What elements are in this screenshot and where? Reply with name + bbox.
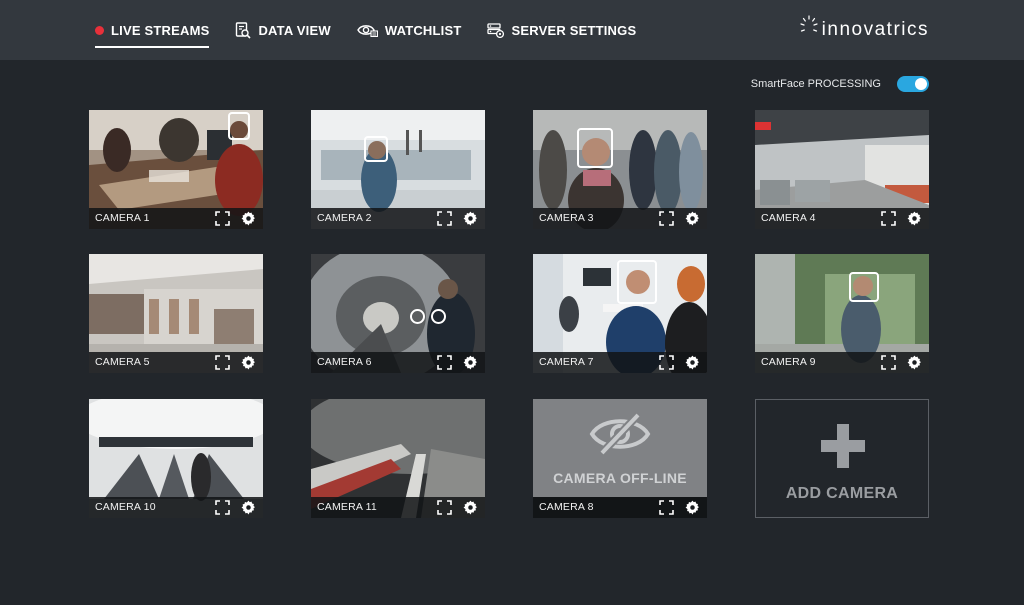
nav-data-view-label: DATA VIEW [258,22,331,38]
fullscreen-icon[interactable] [215,211,230,226]
camera-tile[interactable]: CAMERA 1 [89,110,263,229]
plus-icon [821,424,865,468]
gear-icon[interactable] [241,355,256,370]
camera-label: CAMERA 4 [761,212,816,224]
camera-label: CAMERA 2 [317,212,372,224]
camera-tile-bar: CAMERA 2 [311,208,485,229]
nav-watchlist[interactable]: WATCHLIST [357,0,462,60]
camera-label: CAMERA 5 [95,356,150,368]
server-gear-icon [487,22,505,38]
processing-control: SmartFace PROCESSING [751,76,929,92]
fullscreen-icon[interactable] [659,355,674,370]
camera-tile-bar: CAMERA 7 [533,352,707,373]
gear-icon[interactable] [907,355,922,370]
add-camera-label: ADD CAMERA [785,485,899,502]
camera-label: CAMERA 9 [761,356,816,368]
gear-icon[interactable] [241,500,256,515]
nav-server-settings[interactable]: SERVER SETTINGS [487,0,636,60]
main-nav: LIVE STREAMS DATA VIEW WATCHLIST SERVER … [95,0,662,60]
fullscreen-icon[interactable] [659,211,674,226]
face-detection-box [410,309,425,324]
eye-list-icon [357,23,378,37]
fullscreen-icon[interactable] [881,211,896,226]
face-detection-box [228,112,250,140]
camera-tile-bar: CAMERA 10 [89,497,263,518]
camera-label: CAMERA 8 [539,501,594,513]
fullscreen-icon[interactable] [659,500,674,515]
live-dot-icon [95,25,104,35]
fullscreen-icon[interactable] [437,211,452,226]
fullscreen-icon[interactable] [215,355,230,370]
fullscreen-icon[interactable] [437,500,452,515]
camera-tile-offline[interactable]: CAMERA OFF-LINE CAMERA 8 [533,399,707,518]
nav-watchlist-label: WATCHLIST [384,22,462,38]
camera-tile[interactable]: CAMERA 10 [89,399,263,518]
gear-icon[interactable] [685,500,700,515]
camera-tile[interactable]: CAMERA 4 [755,110,929,229]
gear-icon[interactable] [241,211,256,226]
gear-icon[interactable] [463,211,478,226]
brand-name: innovatrics [821,19,929,40]
nav-server-settings-label: SERVER SETTINGS [511,22,637,38]
camera-tile[interactable]: CAMERA 3 [533,110,707,229]
gear-icon[interactable] [685,211,700,226]
camera-tile-bar: CAMERA 1 [89,208,263,229]
fullscreen-icon[interactable] [215,500,230,515]
camera-tile[interactable]: CAMERA 11 [311,399,485,518]
camera-tile-bar: CAMERA 8 [533,497,707,518]
camera-tile-bar: CAMERA 6 [311,352,485,373]
offline-placeholder: CAMERA OFF-LINE [533,399,707,497]
gear-icon[interactable] [907,211,922,226]
nav-live-streams[interactable]: LIVE STREAMS [95,0,210,60]
face-detection-box [364,136,388,162]
nav-data-view[interactable]: DATA VIEW [235,0,331,60]
offline-text: CAMERA OFF-LINE [553,470,687,486]
camera-tile[interactable]: CAMERA 5 [89,254,263,373]
camera-label: CAMERA 11 [317,501,377,513]
camera-label: CAMERA 10 [95,501,156,513]
camera-tile-bar: CAMERA 4 [755,208,929,229]
processing-toggle[interactable] [897,76,929,92]
face-detection-box [431,309,446,324]
document-search-icon [235,21,252,39]
camera-tile[interactable]: CAMERA 9 [755,254,929,373]
camera-tile-bar: CAMERA 11 [311,497,485,518]
gear-icon[interactable] [685,355,700,370]
innovatrics-logo: innovatrics [800,14,929,46]
face-detection-box [849,272,879,302]
add-camera-button[interactable]: ADD CAMERA [755,399,929,518]
face-detection-box [617,260,657,304]
gear-icon[interactable] [463,500,478,515]
innovatrics-logo-mark-icon [800,15,818,32]
camera-label: CAMERA 1 [95,212,150,224]
gear-icon[interactable] [463,355,478,370]
camera-tile-bar: CAMERA 5 [89,352,263,373]
face-detection-box [577,128,613,168]
camera-tile[interactable]: CAMERA 6 [311,254,485,373]
fullscreen-icon[interactable] [437,355,452,370]
processing-label: SmartFace PROCESSING [750,78,881,90]
camera-tile[interactable]: CAMERA 7 [533,254,707,373]
nav-live-streams-label: LIVE STREAMS [111,22,210,38]
toggle-knob [915,78,927,90]
eye-off-icon [589,412,651,456]
camera-label: CAMERA 3 [539,212,594,224]
camera-label: CAMERA 6 [317,356,372,368]
fullscreen-icon[interactable] [881,355,896,370]
camera-tile[interactable]: CAMERA 2 [311,110,485,229]
camera-label: CAMERA 7 [539,356,594,368]
camera-tile-bar: CAMERA 9 [755,352,929,373]
camera-tile-bar: CAMERA 3 [533,208,707,229]
top-navigation-bar: LIVE STREAMS DATA VIEW WATCHLIST SERVER … [0,0,1024,60]
